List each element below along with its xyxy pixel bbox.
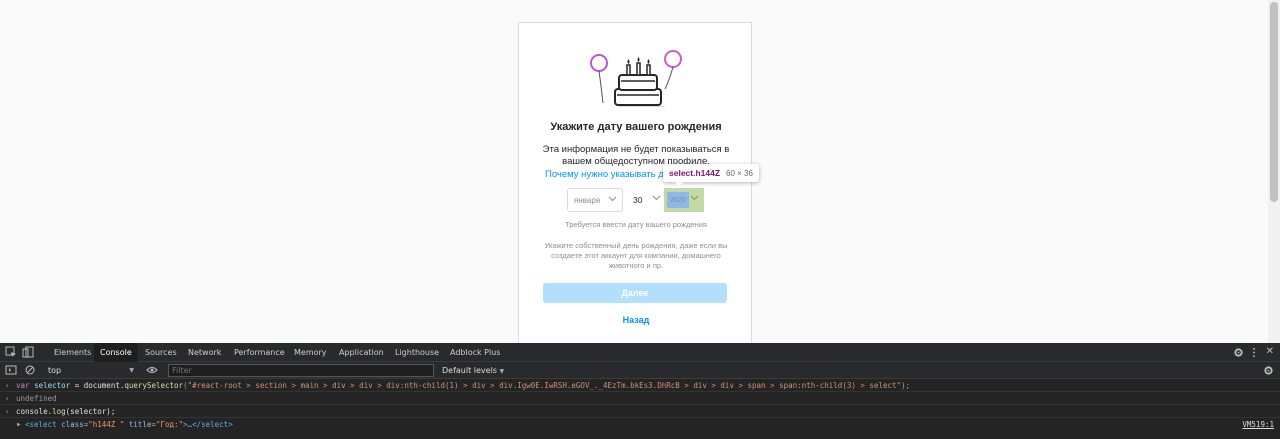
chevron-down-icon: [652, 195, 661, 201]
log-levels-value: Default levels: [442, 366, 497, 375]
tab-adblock-plus[interactable]: Adblock Plus: [444, 343, 506, 362]
devtools-tabbar: Elements Console Sources Network Perform…: [0, 343, 1280, 362]
inspect-tooltip: select.h144Z 60 × 36: [663, 164, 759, 186]
code-attr-name: class=: [61, 420, 89, 429]
console-filter-input[interactable]: [168, 364, 434, 377]
explain-line: создаете этот аккаунт для компании, дома…: [551, 251, 721, 260]
birthday-cake-icon: [590, 50, 682, 107]
page-viewport: Укажите дату вашего рождения Эта информа…: [0, 0, 1280, 343]
prompt-icon: ›: [5, 381, 10, 390]
tab-network[interactable]: Network: [182, 343, 227, 362]
code-function: querySelector: [124, 381, 184, 390]
chevron-down-icon: [608, 196, 617, 202]
code-attr-value: "h144Z ": [88, 420, 125, 429]
code-attr-value: "Год:": [155, 420, 184, 429]
device-toolbar-icon[interactable]: [22, 346, 34, 358]
code-attr-name: title=: [128, 420, 156, 429]
devtools-panel: Elements Console Sources Network Perform…: [0, 343, 1280, 439]
expand-triangle-icon[interactable]: ▶: [17, 418, 21, 431]
month-select[interactable]: января: [567, 188, 623, 212]
code-text: = document.: [70, 381, 125, 390]
console-output: › var selector = document.querySelector(…: [0, 379, 1280, 439]
code-variable: selector: [34, 381, 71, 390]
clear-console-icon[interactable]: [24, 364, 36, 376]
birthday-card: Укажите дату вашего рождения Эта информа…: [518, 22, 759, 343]
dropdown-arrow-icon: ▼: [129, 367, 134, 374]
page-scrollbar[interactable]: [1268, 0, 1280, 343]
close-icon[interactable]: ✕: [1266, 346, 1274, 357]
gear-icon[interactable]: [1233, 347, 1244, 358]
code-string: ("#react-root > section > main > div > d…: [183, 381, 911, 390]
next-button[interactable]: Далее: [543, 283, 727, 303]
sidebar-toggle-icon[interactable]: [5, 364, 17, 376]
tooltip-size: 60 × 36: [726, 168, 753, 178]
log-levels-select[interactable]: Default levels ▼: [442, 364, 504, 378]
console-input-line: › var selector = document.querySelector(…: [0, 379, 1280, 392]
tab-lighthouse[interactable]: Lighthouse: [389, 343, 445, 362]
code-keyword: var: [16, 381, 30, 390]
chevron-down-icon: [690, 195, 699, 201]
tab-elements[interactable]: Elements: [48, 343, 97, 362]
tab-console[interactable]: Console: [94, 343, 138, 362]
info-line: Эта информация не будет показываться в: [542, 144, 730, 155]
console-result: undefined: [16, 394, 57, 403]
day-value: 30: [633, 195, 643, 205]
console-toolbar: top ▼ Default levels ▼: [0, 362, 1280, 379]
back-link[interactable]: Назад: [519, 315, 753, 325]
required-text: Требуется ввести дату вашего рождения: [565, 220, 707, 229]
console-result-line: ‹ undefined: [0, 392, 1280, 405]
code-tag: >…</select>: [183, 420, 233, 429]
year-select[interactable]: 2020: [664, 188, 704, 212]
context-value: top: [48, 366, 62, 375]
tab-sources[interactable]: Sources: [139, 343, 183, 362]
tab-performance[interactable]: Performance: [228, 343, 291, 362]
why-birthday-link[interactable]: Почему нужно указывать д: [545, 169, 664, 180]
code-text: (selector);: [65, 407, 116, 416]
eye-icon[interactable]: [146, 364, 158, 376]
explain-line: животного и пр.: [608, 261, 664, 270]
prompt-icon: ›: [5, 407, 10, 416]
source-link[interactable]: VM519:1: [1242, 418, 1274, 431]
inspect-element-icon[interactable]: [5, 346, 17, 358]
explain-text: Укажите собственный день рождения, даже …: [535, 241, 737, 271]
page-title: Укажите дату вашего рождения: [550, 121, 722, 133]
tooltip-tag: select.h144Z: [669, 168, 721, 178]
tooltip-arrow: [675, 182, 683, 186]
code-function: log: [52, 407, 66, 416]
dropdown-arrow-icon: ▼: [499, 368, 505, 375]
code-text: console.: [16, 407, 53, 416]
code-tag: <select: [25, 420, 57, 429]
explain-line: Укажите собственный день рождения, даже …: [544, 241, 728, 250]
console-log-line[interactable]: ▶ <select class="h144Z " title="Год:">…<…: [0, 418, 1280, 431]
day-select[interactable]: 30: [629, 188, 661, 212]
year-value: 2020: [667, 192, 689, 208]
month-value: января: [574, 195, 601, 205]
more-vertical-icon[interactable]: [1252, 347, 1256, 358]
gear-icon[interactable]: [1263, 365, 1274, 376]
console-input-line: › console.log(selector);: [0, 405, 1280, 418]
tab-application[interactable]: Application: [333, 343, 390, 362]
scrollbar-thumb[interactable]: [1270, 2, 1278, 202]
context-select[interactable]: top ▼: [44, 364, 136, 377]
return-icon: ‹: [5, 394, 10, 403]
tab-memory[interactable]: Memory: [288, 343, 333, 362]
